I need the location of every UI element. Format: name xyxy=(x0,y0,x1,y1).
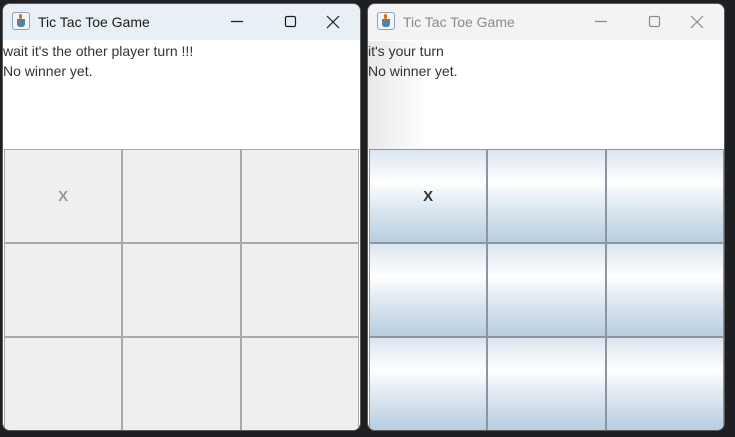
title-bar[interactable]: Tic Tac Toe Game xyxy=(368,4,724,40)
close-button[interactable] xyxy=(674,4,720,40)
maximize-icon xyxy=(648,15,661,28)
java-app-icon xyxy=(377,12,395,30)
java-app-icon xyxy=(12,12,30,30)
board-cell[interactable] xyxy=(369,337,488,430)
board-cell xyxy=(122,337,241,430)
board-cell xyxy=(4,337,123,430)
board-cell[interactable] xyxy=(487,243,606,337)
minimize-icon xyxy=(231,20,243,23)
winner-status-label: No winner yet. xyxy=(368,63,458,79)
board-cell xyxy=(122,149,241,243)
close-icon xyxy=(690,15,704,29)
close-button[interactable] xyxy=(310,4,356,40)
maximize-icon xyxy=(284,15,297,28)
board-cell xyxy=(240,149,359,243)
board-cell[interactable] xyxy=(605,337,724,430)
game-board: X xyxy=(4,149,359,430)
board-cell[interactable] xyxy=(369,243,488,337)
board-cell[interactable]: X xyxy=(369,149,488,243)
winner-status-label: No winner yet. xyxy=(3,63,93,79)
close-icon xyxy=(326,15,340,29)
window-title: Tic Tac Toe Game xyxy=(403,14,515,30)
board-cell[interactable] xyxy=(487,149,606,243)
game-window-right: Tic Tac Toe Game it's your turn No winne… xyxy=(367,3,725,431)
board-cell xyxy=(240,337,359,430)
board-cell: X xyxy=(4,149,123,243)
maximize-button[interactable] xyxy=(268,4,314,40)
maximize-button[interactable] xyxy=(632,4,678,40)
window-title: Tic Tac Toe Game xyxy=(38,14,150,30)
board-cell[interactable] xyxy=(487,337,606,430)
board-cell[interactable] xyxy=(605,243,724,337)
board-cell xyxy=(4,243,123,337)
minimize-button[interactable] xyxy=(214,4,260,40)
game-board: X xyxy=(369,149,724,430)
minimize-icon xyxy=(595,20,607,23)
game-window-left: Tic Tac Toe Game wait it's the other pla… xyxy=(2,3,361,431)
status-panel: wait it's the other player turn !!! No w… xyxy=(3,41,360,149)
turn-status-label: wait it's the other player turn !!! xyxy=(3,43,194,59)
board-cell xyxy=(122,243,241,337)
board-cell xyxy=(240,243,359,337)
title-bar[interactable]: Tic Tac Toe Game xyxy=(3,4,360,40)
turn-status-label: it's your turn xyxy=(368,43,444,59)
status-panel: it's your turn No winner yet. xyxy=(368,41,724,149)
minimize-button[interactable] xyxy=(578,4,624,40)
board-cell[interactable] xyxy=(605,149,724,243)
